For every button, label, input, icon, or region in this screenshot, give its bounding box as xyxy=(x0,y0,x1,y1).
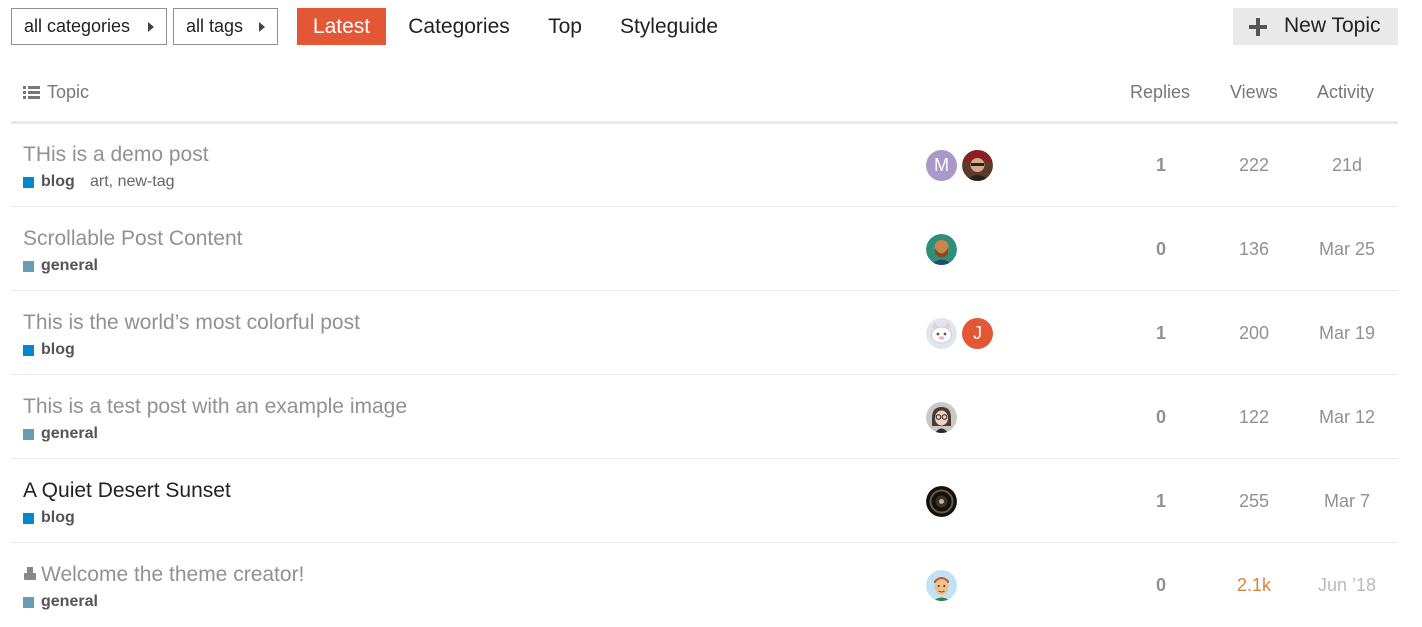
tag-dropdown-label: all tags xyxy=(186,16,244,36)
topic-title-link[interactable]: This is a test post with an example imag… xyxy=(23,395,407,419)
category-dropdown[interactable]: all categories xyxy=(11,8,167,45)
table-row: This is the world’s most colorful post b… xyxy=(11,291,1398,375)
category-color-swatch xyxy=(23,512,34,524)
table-row: Welcome the theme creator! general 0 2.1… xyxy=(11,543,1398,627)
category-name: blog xyxy=(41,341,75,358)
avatar-cartoon-man[interactable] xyxy=(926,570,957,601)
caret-right-icon xyxy=(148,22,154,32)
category-badge[interactable]: general xyxy=(23,425,98,443)
nav-top[interactable]: Top xyxy=(538,8,592,45)
category-badge[interactable]: general xyxy=(23,593,98,611)
avatar-letter-j[interactable]: J xyxy=(962,318,993,349)
replies-count: 1 xyxy=(1155,323,1166,343)
avatar-letter-m[interactable]: M xyxy=(926,150,957,181)
nav-styleguide[interactable]: Styleguide xyxy=(608,8,730,45)
avatar-glasses-woman[interactable] xyxy=(926,402,957,433)
category-name: general xyxy=(41,425,98,442)
topic-list-header: Topic Replies Views Activity xyxy=(11,70,1398,124)
list-icon xyxy=(23,86,40,100)
topic-title-link[interactable]: This is the world’s most colorful post xyxy=(23,311,360,335)
category-color-swatch xyxy=(23,344,34,356)
category-badge[interactable]: blog xyxy=(23,341,75,359)
category-name: blog xyxy=(41,509,75,526)
header-topic[interactable]: Topic xyxy=(47,82,89,103)
category-badge[interactable]: general xyxy=(23,257,98,275)
category-color-swatch xyxy=(23,596,34,608)
plus-icon xyxy=(1249,18,1267,36)
topic-title-link[interactable]: Scrollable Post Content xyxy=(23,227,242,251)
nav-latest[interactable]: Latest xyxy=(297,8,386,45)
replies-count: 0 xyxy=(1155,239,1166,259)
activity-date[interactable]: 21d xyxy=(1307,155,1387,176)
avatar-dark-circle[interactable] xyxy=(926,486,957,517)
new-topic-label: New Topic xyxy=(1284,14,1381,37)
views-count: 255 xyxy=(1238,491,1270,511)
table-row: This is a test post with an example imag… xyxy=(11,375,1398,459)
views-count: 136 xyxy=(1238,239,1270,259)
table-row: A Quiet Desert Sunset blog 1 255 Mar 7 xyxy=(11,459,1398,543)
views-count: 200 xyxy=(1238,323,1270,343)
activity-date[interactable]: Jun ’18 xyxy=(1307,575,1387,596)
topic-title-link[interactable]: A Quiet Desert Sunset xyxy=(23,479,231,503)
activity-date[interactable]: Mar 7 xyxy=(1307,491,1387,512)
caret-right-icon xyxy=(259,22,265,32)
table-row: THis is a demo post blog art, new-tag M … xyxy=(11,123,1398,207)
category-name: general xyxy=(41,257,98,274)
activity-date[interactable]: Mar 19 xyxy=(1307,323,1387,344)
nav-categories[interactable]: Categories xyxy=(397,8,521,45)
views-count: 2.1k xyxy=(1236,575,1272,595)
activity-date[interactable]: Mar 12 xyxy=(1307,407,1387,428)
category-dropdown-label: all categories xyxy=(24,16,131,36)
topic-title-link[interactable]: Welcome the theme creator! xyxy=(23,563,304,587)
views-count: 222 xyxy=(1238,155,1270,175)
activity-date[interactable]: Mar 25 xyxy=(1307,239,1387,260)
category-badge[interactable]: blog xyxy=(23,173,75,191)
avatar-photo[interactable] xyxy=(962,150,993,181)
pin-icon xyxy=(23,566,37,582)
replies-count: 0 xyxy=(1155,407,1166,427)
category-color-swatch xyxy=(23,260,34,272)
avatar-letter: J xyxy=(973,323,982,343)
header-views[interactable]: Views xyxy=(1230,82,1278,103)
header-replies[interactable]: Replies xyxy=(1130,82,1190,103)
category-color-swatch xyxy=(23,428,34,440)
topic-title-text: Welcome the theme creator! xyxy=(41,563,305,586)
category-color-swatch xyxy=(23,176,34,188)
table-row: Scrollable Post Content general 0 136 Ma… xyxy=(11,207,1398,291)
category-badge[interactable]: blog xyxy=(23,509,75,527)
avatar-painting[interactable] xyxy=(926,234,957,265)
avatar-cat-face[interactable] xyxy=(926,318,957,349)
category-name: general xyxy=(41,593,98,610)
replies-count: 0 xyxy=(1155,575,1166,595)
top-navigation: all categories all tags Latest Categorie… xyxy=(0,0,1422,56)
avatar-letter: M xyxy=(934,155,949,175)
tag-dropdown[interactable]: all tags xyxy=(173,8,278,45)
topic-title-link[interactable]: THis is a demo post xyxy=(23,143,209,167)
new-topic-button[interactable]: New Topic xyxy=(1233,8,1398,45)
category-name: blog xyxy=(41,173,75,190)
header-activity[interactable]: Activity xyxy=(1317,82,1374,103)
views-count: 122 xyxy=(1238,407,1270,427)
topic-tags[interactable]: art, new-tag xyxy=(90,173,174,191)
replies-count: 1 xyxy=(1155,491,1166,511)
replies-count: 1 xyxy=(1155,155,1166,175)
